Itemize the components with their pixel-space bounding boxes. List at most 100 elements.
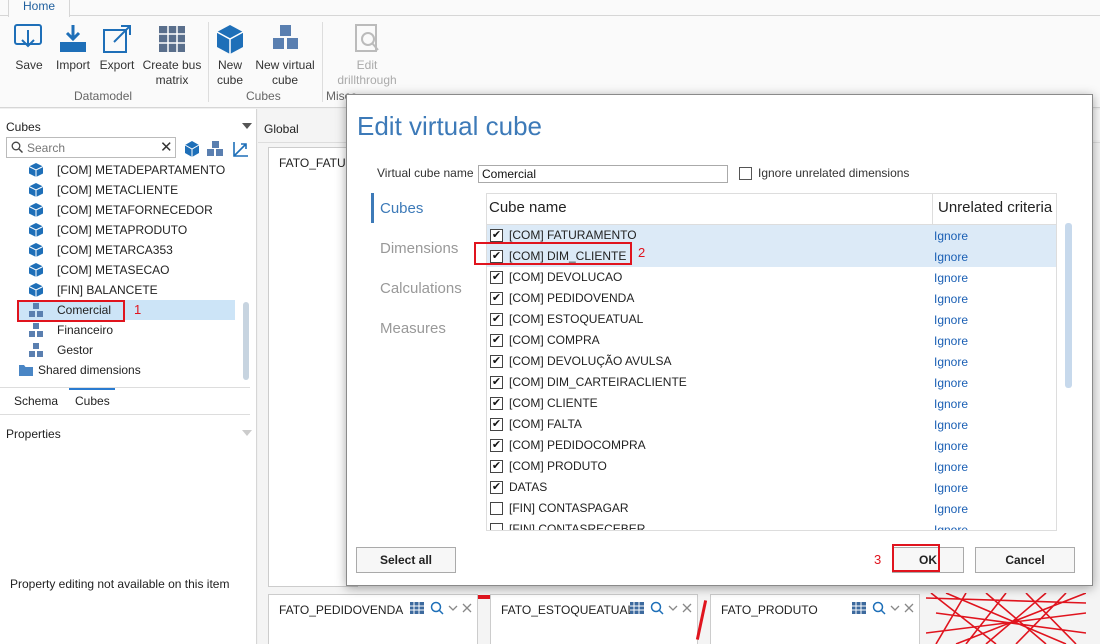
grid-row[interactable]: ✔ [COM] DIM_CARTEIRACLIENTE Ignore: [487, 372, 1056, 393]
tree-item[interactable]: Shared dimensions: [8, 360, 225, 380]
row-checkbox[interactable]: ✔: [490, 271, 503, 284]
import-button[interactable]: Import: [53, 22, 93, 73]
cube-icon: [28, 163, 44, 177]
row-checkbox[interactable]: ✔: [490, 481, 503, 494]
grid-row[interactable]: ✔ [COM] PEDIDOVENDA Ignore: [487, 288, 1056, 309]
search-box[interactable]: ✕: [6, 137, 176, 158]
ignore-unrelated-checkbox[interactable]: [739, 167, 752, 180]
card-tools-icons[interactable]: [629, 600, 695, 616]
tab-schema[interactable]: Schema: [14, 394, 58, 408]
save-button[interactable]: Save: [10, 22, 48, 73]
tree-scrollbar[interactable]: [243, 302, 249, 380]
grid-row[interactable]: ✔ [COM] DEVOLUÇÃO AVULSA Ignore: [487, 351, 1056, 372]
side-tab-dimensions[interactable]: Dimensions: [380, 240, 458, 257]
row-checkbox[interactable]: ✔: [490, 439, 503, 452]
tree-item-label: [COM] METASECAO: [57, 263, 170, 277]
clear-search-icon[interactable]: ✕: [160, 138, 173, 156]
card-tools-icons[interactable]: [851, 600, 917, 616]
tree-item[interactable]: [COM] METARCA353: [18, 240, 235, 260]
tree-item[interactable]: [COM] METAPRODUTO: [18, 220, 235, 240]
table-card[interactable]: FATO_PEDIDOVENDA: [268, 594, 478, 644]
grid-row[interactable]: ✔ [COM] DEVOLUCAO Ignore: [487, 267, 1056, 288]
cancel-button[interactable]: Cancel: [975, 547, 1075, 573]
grid-row[interactable]: ✔ [COM] COMPRA Ignore: [487, 330, 1056, 351]
tree-item[interactable]: [COM] METAFORNECEDOR: [18, 200, 235, 220]
table-card[interactable]: FATO_ESTOQUEATUAL: [490, 594, 698, 644]
virtual-cube-name-input[interactable]: [478, 165, 728, 183]
side-tab-cubes[interactable]: Cubes: [380, 200, 423, 217]
ignore-link[interactable]: Ignore: [934, 418, 968, 432]
annotation-number-3: 3: [874, 552, 882, 567]
column-separator[interactable]: [932, 194, 933, 224]
ignore-link[interactable]: Ignore: [934, 334, 968, 348]
grid-row[interactable]: [FIN] CONTASPAGAR Ignore: [487, 498, 1056, 519]
column-header-unrelated-criteria[interactable]: Unrelated criteria: [938, 199, 1052, 216]
row-checkbox[interactable]: ✔: [490, 334, 503, 347]
panel-dropdown-icon[interactable]: [242, 123, 252, 129]
ignore-link[interactable]: Ignore: [934, 439, 968, 453]
table-card[interactable]: FATO_PRODUTO: [710, 594, 920, 644]
add-virtual-cube-icon[interactable]: [206, 140, 224, 158]
cube-icon: [28, 243, 44, 257]
grid-row[interactable]: ✔ [COM] FALTA Ignore: [487, 414, 1056, 435]
grid-row[interactable]: ✔ DATAS Ignore: [487, 477, 1056, 498]
cube-icon: [28, 223, 44, 237]
row-checkbox[interactable]: ✔: [490, 460, 503, 473]
new-cube-button[interactable]: New cube: [212, 22, 248, 88]
row-checkbox[interactable]: [490, 523, 503, 530]
tree-item[interactable]: [FIN] BALANCETE: [18, 280, 235, 300]
tab-home[interactable]: Home: [8, 0, 70, 17]
tree-item[interactable]: Financeiro: [18, 320, 235, 340]
tab-global[interactable]: Global: [264, 122, 299, 136]
properties-dropdown-icon[interactable]: [242, 430, 252, 436]
ignore-link[interactable]: Ignore: [934, 229, 968, 243]
ignore-link[interactable]: Ignore: [934, 313, 968, 327]
tree-item[interactable]: [COM] METADEPARTAMENTO: [18, 160, 235, 180]
expand-arrows-icon[interactable]: [231, 140, 249, 158]
row-checkbox[interactable]: ✔: [490, 229, 503, 242]
tree-item[interactable]: [COM] METACLIENTE: [18, 180, 235, 200]
ignore-link[interactable]: Ignore: [934, 292, 968, 306]
tab-cubes[interactable]: Cubes: [75, 394, 110, 408]
row-checkbox[interactable]: ✔: [490, 397, 503, 410]
ignore-link[interactable]: Ignore: [934, 271, 968, 285]
row-checkbox[interactable]: ✔: [490, 376, 503, 389]
grid-row[interactable]: ✔ [COM] PEDIDOCOMPRA Ignore: [487, 435, 1056, 456]
new-virtual-cube-button[interactable]: New virtual cube: [253, 22, 317, 88]
row-checkbox[interactable]: ✔: [490, 313, 503, 326]
row-checkbox[interactable]: ✔: [490, 355, 503, 368]
add-cube-icon[interactable]: [183, 140, 201, 158]
side-tab-measures[interactable]: Measures: [380, 320, 446, 337]
search-icon: [11, 141, 23, 153]
tree-item-label: [COM] METACLIENTE: [57, 183, 179, 197]
search-input[interactable]: [27, 139, 157, 156]
select-all-button[interactable]: Select all: [356, 547, 456, 573]
annotation-number-2: 2: [638, 245, 646, 260]
column-header-cube-name[interactable]: Cube name: [489, 199, 567, 216]
tree-item[interactable]: Gestor: [18, 340, 235, 360]
grid-row[interactable]: ✔ [COM] CLIENTE Ignore: [487, 393, 1056, 414]
side-tab-calculations[interactable]: Calculations: [380, 280, 462, 297]
ignore-link[interactable]: Ignore: [934, 376, 968, 390]
ignore-link[interactable]: Ignore: [934, 460, 968, 474]
tree-item[interactable]: [COM] METASECAO: [18, 260, 235, 280]
edit-drillthrough-button[interactable]: Edit drillthrough: [334, 22, 400, 88]
card-tools-icons[interactable]: [409, 600, 475, 616]
ignore-link[interactable]: Ignore: [934, 397, 968, 411]
panel-title: Cubes: [6, 120, 41, 134]
row-checkbox[interactable]: ✔: [490, 418, 503, 431]
ignore-link[interactable]: Ignore: [934, 481, 968, 495]
ignore-link[interactable]: Ignore: [934, 355, 968, 369]
create-bus-matrix-button[interactable]: Create bus matrix: [141, 22, 203, 88]
grid-row[interactable]: [FIN] CONTASRECEBER Ignore: [487, 519, 1056, 530]
ignore-link[interactable]: Ignore: [934, 250, 968, 264]
grid-scrollbar[interactable]: [1065, 223, 1072, 388]
grid-row[interactable]: ✔ [COM] PRODUTO Ignore: [487, 456, 1056, 477]
export-button[interactable]: Export: [97, 22, 137, 73]
ignore-link[interactable]: Ignore: [934, 502, 968, 516]
grid-row[interactable]: ✔ [COM] ESTOQUEATUAL Ignore: [487, 309, 1056, 330]
row-checkbox[interactable]: ✔: [490, 292, 503, 305]
row-checkbox[interactable]: [490, 502, 503, 515]
table-card[interactable]: FATO_FATUR: [268, 147, 358, 587]
ignore-link[interactable]: Ignore: [934, 523, 968, 530]
